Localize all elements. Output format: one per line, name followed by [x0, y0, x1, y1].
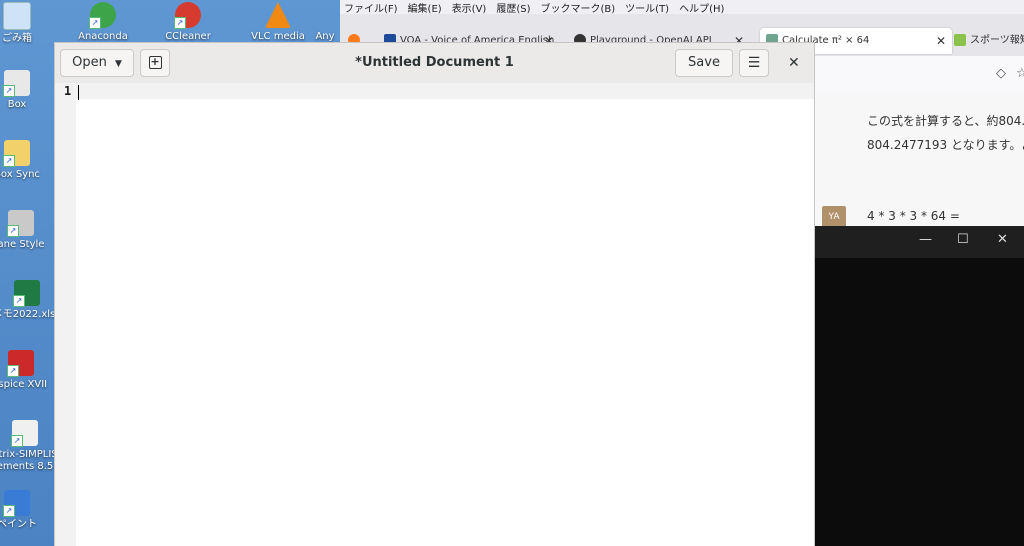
desktop-icon-paint[interactable]: ↗ ペイント: [0, 490, 52, 531]
desktop-icon-label: Anaconda: [78, 31, 128, 42]
terminal-titlebar: — ☐ ✕: [815, 226, 1024, 258]
desktop-icon-jane-style[interactable]: ↗ ane Style: [0, 210, 56, 251]
box-sync-icon: ↗: [3, 140, 30, 167]
avatar: YA: [822, 206, 846, 228]
desktop-icon-label: メモ2022.xlsx: [0, 309, 62, 320]
desktop-icon-label: ごみ箱: [2, 33, 32, 44]
excel-file-icon: ↗: [13, 280, 40, 307]
menu-button[interactable]: ☰: [739, 49, 769, 77]
box-app-icon: ↗: [3, 70, 30, 97]
desktop-icon-recycle-bin[interactable]: ごみ箱: [0, 2, 52, 45]
desktop-icon-label: ane Style: [0, 239, 45, 250]
close-icon[interactable]: ✕: [788, 55, 800, 71]
save-button[interactable]: Save: [675, 49, 733, 77]
desktop-icon-label: CCleaner: [165, 31, 211, 42]
close-icon[interactable]: ✕: [997, 232, 1008, 247]
star-icon[interactable]: ☆: [1016, 66, 1024, 81]
hochi-favicon-icon: [954, 34, 966, 46]
desktop-icon-box[interactable]: ↗ Box: [0, 70, 52, 111]
jane-style-icon: ↗: [7, 210, 34, 237]
desktop-icon-box-sync[interactable]: ↗ Box Sync: [0, 140, 52, 181]
paint-icon: ↗: [3, 490, 30, 517]
desktop-icon-label: Box Sync: [0, 169, 40, 180]
tab-label: スポーツ報知: [970, 35, 1024, 46]
spice-app-icon: ↗: [7, 350, 34, 377]
vlc-icon: [265, 2, 291, 28]
hamburger-menu-icon: ☰: [747, 55, 761, 71]
browser-menubar: ファイル(F) 編集(E) 表示(V) 履歴(S) ブックマーク(B) ツール(T) ヘルプ…: [340, 0, 1024, 15]
maximize-icon[interactable]: ☐: [957, 232, 969, 247]
save-label: Save: [688, 55, 720, 70]
desktop-icon-label: fspice XVII: [0, 379, 48, 390]
desktop-icon-label: Box: [7, 99, 27, 110]
line-number: 1: [64, 84, 72, 98]
desktop-icon-label: etrix-SIMPLIS ements 8.5: [0, 449, 58, 472]
response-line-1: この式を計算すると、約804.2: [867, 114, 1024, 128]
close-tab-icon[interactable]: ✕: [936, 28, 946, 54]
editor-headerbar: Open ▼ + *Untitled Document 1 Save ☰ ✕: [55, 43, 814, 84]
ccleaner-icon: ↗: [174, 2, 201, 29]
desktop-icon-simplis[interactable]: ↗ etrix-SIMPLIS ements 8.5: [0, 420, 60, 473]
desktop-icon-label: ペイント: [0, 519, 37, 530]
bookmark-tag-icon[interactable]: ◇: [996, 66, 1006, 81]
text-editor-window: Open ▼ + *Untitled Document 1 Save ☰ ✕ 1: [55, 43, 814, 546]
text-area[interactable]: [76, 83, 814, 546]
line-number-gutter: [55, 83, 76, 546]
desktop-icon-anaconda[interactable]: ↗ Anaconda: [68, 2, 138, 43]
desktop-icon-anydesk[interactable]: Any: [305, 2, 345, 43]
desktop-icon-ccleaner[interactable]: ↗ CCleaner: [153, 2, 223, 43]
terminal-window: — ☐ ✕: [815, 226, 1024, 546]
recycle-bin-icon: [3, 2, 31, 30]
tab-sports-hochi[interactable]: スポーツ報知: [954, 28, 1024, 54]
user-prompt: 4 * 3 * 3 * 64 =: [867, 209, 960, 223]
anydesk-icon: [312, 2, 338, 28]
desktop-icon-label: Any: [315, 31, 335, 42]
response-line-2: 804.2477193 となります。よ: [867, 138, 1024, 152]
desktop-icon-spice[interactable]: ↗ fspice XVII: [0, 350, 56, 391]
minimize-icon[interactable]: —: [919, 232, 932, 247]
simplis-icon: ↗: [11, 420, 38, 447]
anaconda-icon: ↗: [89, 2, 116, 29]
desktop-icon-excel[interactable]: ↗ メモ2022.xlsx: [0, 280, 62, 321]
